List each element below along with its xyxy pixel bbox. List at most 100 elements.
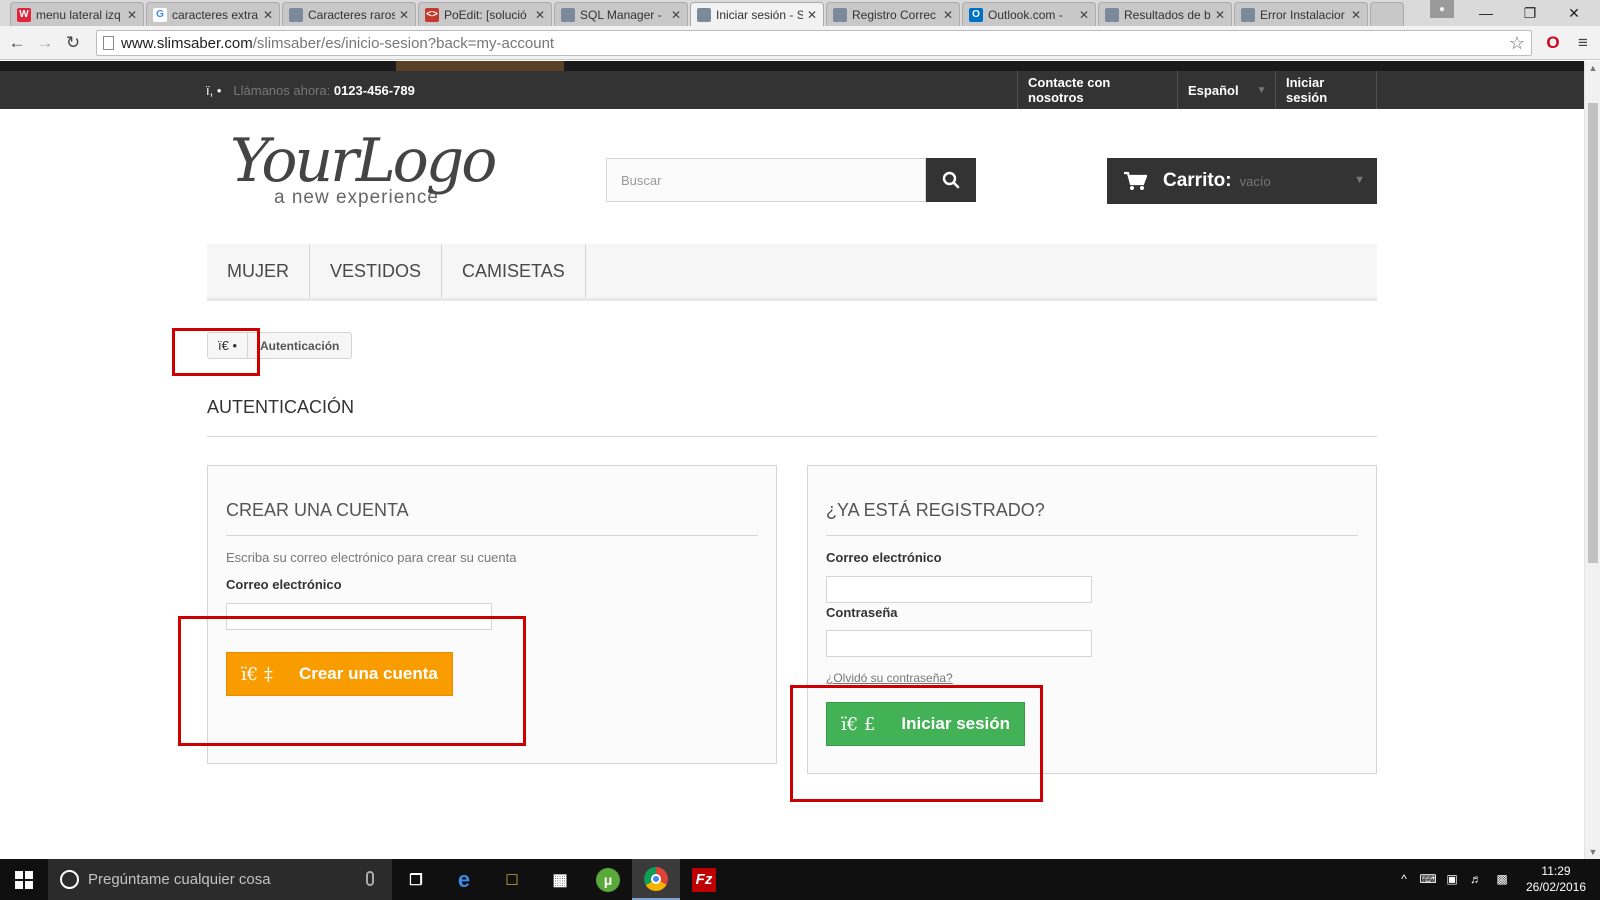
search-button[interactable] bbox=[926, 158, 976, 202]
opera-icon[interactable]: O bbox=[1542, 32, 1564, 54]
start-button[interactable] bbox=[0, 859, 48, 900]
browser-tab[interactable]: Error Instalacior ✕ bbox=[1234, 2, 1368, 26]
page-icon bbox=[103, 36, 114, 50]
phone-icon: ï, • bbox=[206, 83, 222, 98]
browser-tab[interactable]: O Outlook.com - ✕ bbox=[962, 2, 1096, 26]
password-field[interactable] bbox=[826, 630, 1092, 657]
browser-tab[interactable]: Registro Correc ✕ bbox=[826, 2, 960, 26]
cart-icon bbox=[1124, 171, 1147, 190]
browser-tab[interactable]: Resultados de b ✕ bbox=[1098, 2, 1232, 26]
browser-tab[interactable]: SQL Manager - ✕ bbox=[554, 2, 688, 26]
language-selector[interactable]: Español ▼ bbox=[1177, 71, 1275, 109]
browser-tab[interactable]: Wmenu lateral izq ✕ bbox=[10, 2, 144, 26]
tab-label: Caracteres raros bbox=[308, 7, 395, 22]
bookmark-star-icon[interactable]: ☆ bbox=[1509, 33, 1525, 54]
banner-strip bbox=[0, 61, 1584, 71]
login-button-label: Iniciar sesión bbox=[901, 714, 1011, 733]
network-icon[interactable]: ▣ bbox=[1444, 871, 1460, 887]
new-tab-button[interactable] bbox=[1370, 2, 1404, 26]
store-icon[interactable]: ▦ bbox=[536, 859, 584, 900]
search-input[interactable]: Buscar bbox=[606, 158, 926, 202]
scroll-up-icon[interactable]: ▲ bbox=[1585, 61, 1600, 75]
user-icon: ï€ ‡ bbox=[241, 663, 273, 685]
notification-icon[interactable]: ▩ bbox=[1494, 871, 1510, 887]
close-tab-icon[interactable]: ✕ bbox=[399, 8, 409, 22]
scroll-down-icon[interactable]: ▼ bbox=[1585, 845, 1600, 859]
close-tab-icon[interactable]: ✕ bbox=[263, 8, 273, 22]
reload-icon[interactable]: ↻ bbox=[62, 32, 84, 54]
contact-label: Contacte con nosotros bbox=[1028, 75, 1111, 105]
browser-tab[interactable]: <> PoEdit: [solució ✕ bbox=[418, 2, 552, 26]
tab-label: SQL Manager - bbox=[580, 7, 662, 22]
login-email-field[interactable] bbox=[826, 576, 1092, 603]
task-view-icon[interactable]: ❐ bbox=[392, 859, 440, 900]
forward-arrow-icon[interactable]: → bbox=[34, 32, 56, 54]
edge-icon[interactable]: e bbox=[440, 859, 488, 900]
url-host: www.slimsaber.com bbox=[121, 34, 253, 52]
restore-icon[interactable]: ❐ bbox=[1508, 0, 1552, 26]
utorrent-icon[interactable]: μ bbox=[584, 859, 632, 900]
close-tab-icon[interactable]: ✕ bbox=[1351, 8, 1361, 22]
create-account-button[interactable]: ï€ ‡ Crear una cuenta bbox=[226, 652, 453, 696]
cortana-search[interactable]: Pregúntame cualquier cosa bbox=[48, 859, 392, 900]
back-arrow-icon[interactable]: ← bbox=[6, 32, 28, 54]
chrome-icon[interactable] bbox=[632, 859, 680, 900]
menu-item-mujer[interactable]: MUJER bbox=[207, 244, 310, 298]
close-tab-icon[interactable]: ✕ bbox=[1079, 8, 1089, 22]
close-tab-icon[interactable]: ✕ bbox=[535, 8, 545, 22]
lock-icon: ï€ £ bbox=[841, 713, 876, 735]
microphone-icon[interactable] bbox=[366, 871, 374, 886]
menu-item-camisetas[interactable]: CAMISETAS bbox=[442, 244, 586, 298]
create-email-field[interactable] bbox=[226, 603, 492, 630]
volume-icon[interactable]: ♬ bbox=[1468, 871, 1484, 887]
chevron-down-icon: ▼ bbox=[1354, 174, 1365, 186]
site-icon bbox=[561, 7, 575, 22]
site-icon bbox=[1241, 7, 1255, 22]
minimize-icon[interactable]: — bbox=[1464, 0, 1508, 26]
profile-icon[interactable]: ● bbox=[1430, 0, 1454, 18]
wuolah-icon: W bbox=[17, 7, 31, 22]
breadcrumb-home[interactable]: ï€ • bbox=[208, 333, 249, 358]
vertical-scrollbar[interactable]: ▲ ▼ bbox=[1584, 61, 1600, 859]
tab-label: Iniciar sesión - S bbox=[716, 7, 803, 22]
close-tab-icon[interactable]: ✕ bbox=[127, 8, 137, 22]
scrollbar-thumb[interactable] bbox=[1588, 103, 1598, 563]
login-link[interactable]: Iniciar sesión bbox=[1275, 71, 1377, 109]
address-bar[interactable]: www.slimsaber.com/slimsaber/es/inicio-se… bbox=[96, 30, 1532, 56]
close-tab-icon[interactable]: ✕ bbox=[1215, 8, 1225, 22]
browser-tab[interactable]: Iniciar sesión - S ✕ bbox=[690, 2, 824, 26]
menu-item-vestidos[interactable]: VESTIDOS bbox=[310, 244, 443, 298]
phone-label: Llámanos ahora: bbox=[233, 83, 334, 98]
login-button[interactable]: ï€ £ Iniciar sesión bbox=[826, 702, 1026, 746]
login-panel: ¿YA ESTÁ REGISTRADO? Correo electrónico … bbox=[807, 465, 1377, 774]
tab-label: Error Instalacior bbox=[1260, 7, 1345, 22]
search-placeholder: Buscar bbox=[621, 172, 662, 188]
chevron-up-icon[interactable]: ^ bbox=[1396, 871, 1412, 887]
filezilla-icon[interactable]: Fz bbox=[680, 859, 728, 900]
file-explorer-icon[interactable]: □ bbox=[488, 859, 536, 900]
browser-toolbar: ← → ↻ www.slimsaber.com/slimsaber/es/ini… bbox=[0, 26, 1600, 60]
contact-link[interactable]: Contacte con nosotros bbox=[1017, 71, 1177, 109]
breadcrumb: ï€ • Autenticación bbox=[207, 332, 353, 359]
tab-label: caracteres extra bbox=[172, 7, 259, 22]
banner-image bbox=[396, 61, 564, 71]
keyboard-icon[interactable]: ⌨ bbox=[1419, 871, 1436, 887]
tab-label: Registro Correc bbox=[852, 7, 937, 22]
site-logo[interactable]: YourLogo a new experience bbox=[230, 131, 520, 221]
system-clock[interactable]: 11:29 26/02/2016 bbox=[1514, 863, 1598, 895]
browser-tab-strip: Wmenu lateral izq ✕ Gcaracteres extra ✕ Cara… bbox=[0, 0, 1600, 26]
forgot-password-link[interactable]: ¿Olvidó su contraseña? bbox=[826, 671, 953, 685]
menu-icon[interactable]: ≡ bbox=[1572, 32, 1594, 54]
close-tab-icon[interactable]: ✕ bbox=[807, 8, 817, 22]
create-account-heading: CREAR UNA CUENTA bbox=[226, 500, 409, 520]
cart-block[interactable]: Carrito: vacío ▼ bbox=[1107, 158, 1377, 204]
close-tab-icon[interactable]: ✕ bbox=[943, 8, 953, 22]
browser-tab[interactable]: Gcaracteres extra ✕ bbox=[146, 2, 280, 26]
browser-tab[interactable]: Caracteres raros ✕ bbox=[282, 2, 416, 26]
url-path: /slimsaber/es/inicio-sesion?back=my-acco… bbox=[252, 34, 555, 52]
close-window-icon[interactable]: ✕ bbox=[1552, 0, 1596, 26]
cortana-placeholder: Pregúntame cualquier cosa bbox=[88, 871, 271, 888]
divider bbox=[226, 535, 758, 536]
outlook-icon: O bbox=[969, 7, 983, 22]
close-tab-icon[interactable]: ✕ bbox=[671, 8, 681, 22]
